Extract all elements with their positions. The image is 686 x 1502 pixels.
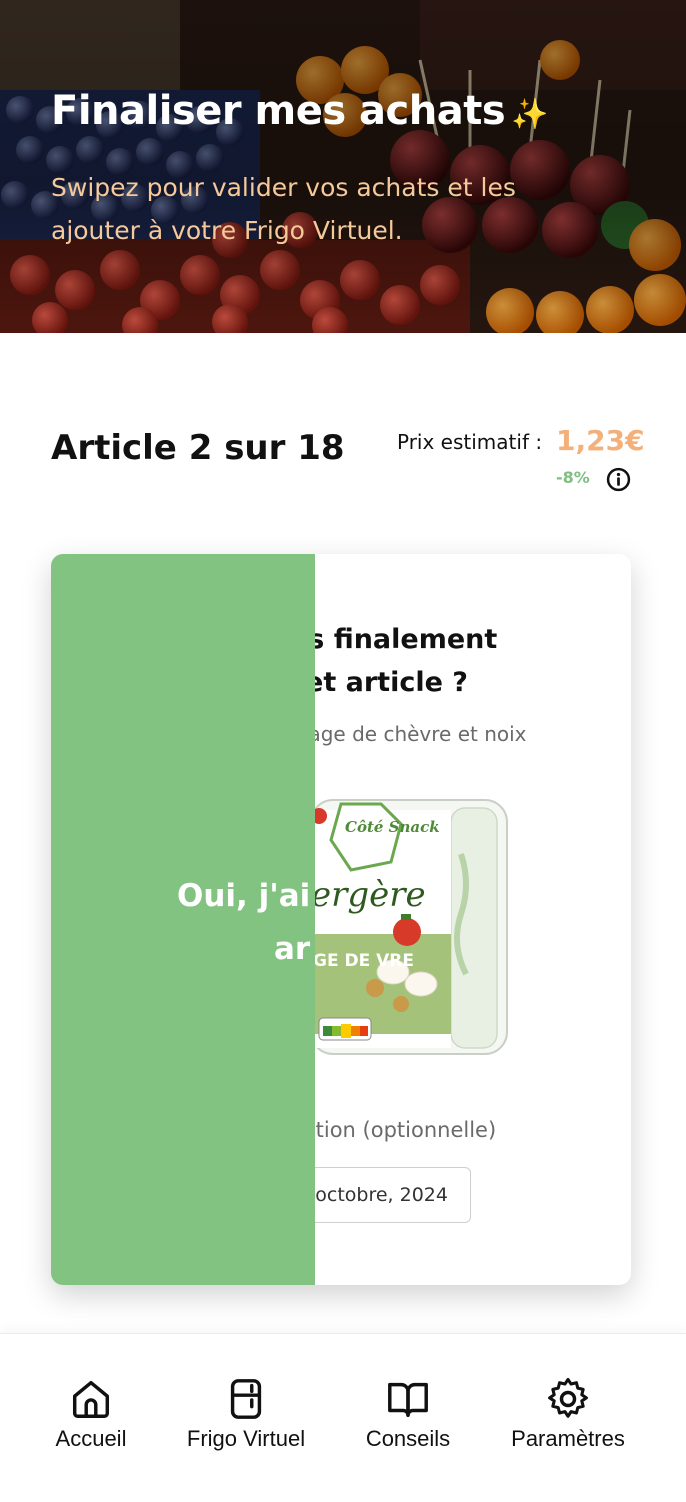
nav-label: Conseils bbox=[365, 1426, 451, 1451]
swipe-accept-label: Oui, j'ai ar bbox=[177, 878, 311, 967]
swipe-accept-overlay: Oui, j'ai ar bbox=[51, 554, 315, 1285]
page-subtitle: Swipez pour valider vos achats et les aj… bbox=[51, 173, 516, 245]
product-type-partial: GE DE VRE bbox=[313, 951, 414, 971]
swipe-card[interactable]: us finalement cet article ? mage de chèv… bbox=[51, 554, 631, 1285]
hero-banner: Finaliser mes achats ✨ Swipez pour valide… bbox=[0, 0, 686, 333]
nav-label: Paramètres bbox=[511, 1426, 625, 1451]
nav-item-parametres[interactable]: Paramètres bbox=[497, 1376, 639, 1452]
book-icon bbox=[388, 1382, 428, 1418]
home-icon bbox=[72, 1380, 110, 1418]
page-title: Finaliser mes achats ✨ bbox=[51, 88, 549, 134]
gear-icon bbox=[548, 1377, 588, 1418]
bottom-navigation: Accueil Frigo Virtuel Conseils Paramètre… bbox=[0, 1333, 686, 1502]
product-name-partial: ergère bbox=[311, 875, 426, 915]
price-label: Prix estimatif : bbox=[397, 430, 543, 454]
nav-item-accueil[interactable]: Accueil bbox=[40, 1376, 142, 1452]
date-label: nption (optionnelle) bbox=[289, 1118, 497, 1142]
sparkles-icon: ✨ bbox=[511, 97, 549, 132]
nav-item-frigo-virtuel[interactable]: Frigo Virtuel bbox=[171, 1376, 321, 1452]
brand-text: Côté Snack bbox=[345, 818, 440, 836]
product-description: mage de chèvre et noix bbox=[289, 722, 527, 746]
article-counter: Article 2 sur 18 bbox=[51, 428, 345, 468]
info-icon[interactable] bbox=[606, 467, 631, 492]
nav-label: Frigo Virtuel bbox=[186, 1426, 306, 1451]
consumption-date-input[interactable]: octobre, 2024 bbox=[289, 1167, 471, 1223]
product-image: Côté Snack ergère GE DE VRE bbox=[310, 799, 508, 1055]
discount-badge: -8% bbox=[556, 468, 590, 487]
fridge-icon bbox=[230, 1379, 262, 1419]
nav-label: Accueil bbox=[55, 1426, 127, 1451]
nav-item-conseils[interactable]: Conseils bbox=[354, 1376, 462, 1452]
price-value: 1,23€ bbox=[556, 424, 645, 457]
